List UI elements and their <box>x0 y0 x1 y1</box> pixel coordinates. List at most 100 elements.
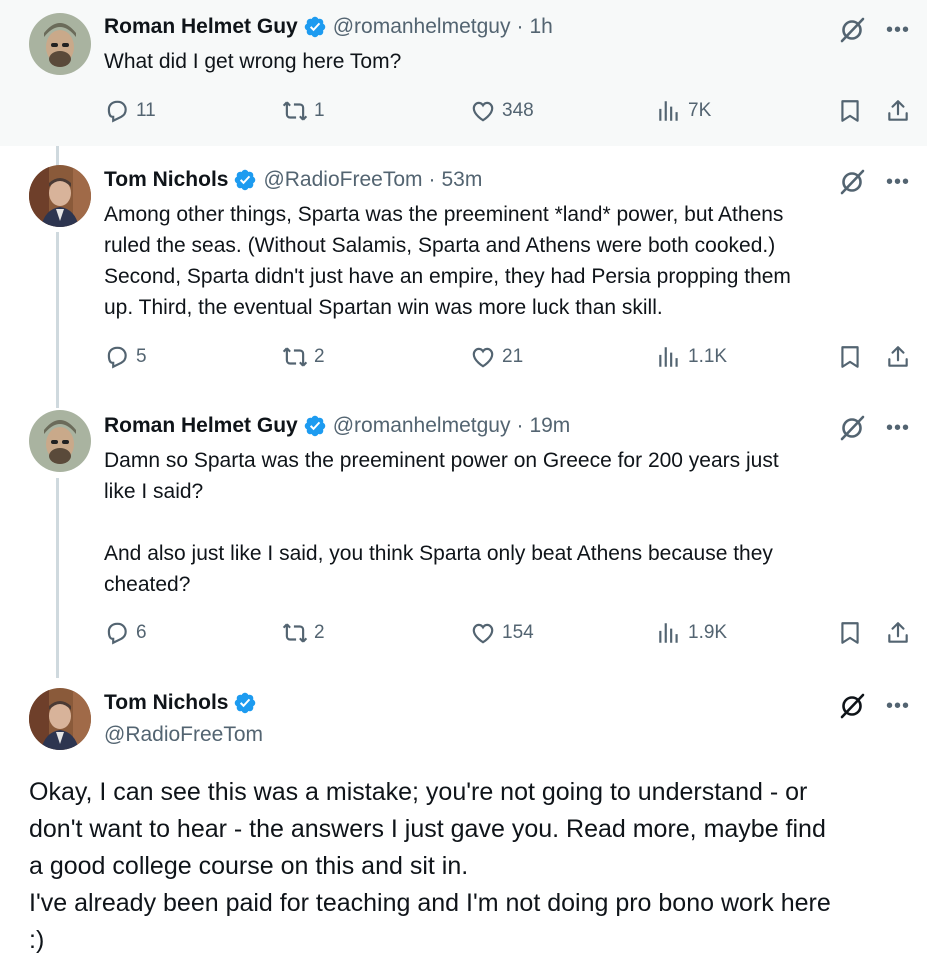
separator-dot: · <box>516 15 524 38</box>
views-count: 7K <box>688 100 712 121</box>
action-bar: 6 2 154 1.9K <box>104 620 914 650</box>
views-count: 1.1K <box>688 346 728 367</box>
like-button[interactable]: 154 <box>470 620 534 646</box>
bookmark-button[interactable] <box>837 620 863 646</box>
verified-badge-icon <box>233 168 257 192</box>
author-name[interactable]: Roman Helmet Guy <box>104 412 298 440</box>
like-button[interactable]: 21 <box>470 344 523 370</box>
more-icon[interactable]: ••• <box>886 172 910 192</box>
like-icon <box>472 101 494 122</box>
bookmark-icon <box>841 622 859 644</box>
like-count: 348 <box>502 100 534 121</box>
timestamp[interactable]: 19m <box>529 412 570 440</box>
grok-icon[interactable] <box>838 692 866 720</box>
share-button[interactable] <box>885 98 911 124</box>
views-icon <box>659 101 678 121</box>
views-button[interactable]: 1.9K <box>656 620 727 646</box>
like-icon <box>472 347 494 368</box>
author-name[interactable]: Tom Nichols <box>104 166 228 194</box>
author-handle[interactable]: @romanhelmetguy <box>333 412 511 440</box>
retweet-button[interactable]: 1 <box>282 98 325 124</box>
more-icon[interactable]: ••• <box>886 696 910 716</box>
bookmark-icon <box>841 346 859 368</box>
retweet-count: 2 <box>314 346 325 367</box>
tweet-top-icons: ••• <box>838 16 910 44</box>
author-name[interactable]: Tom Nichols <box>104 689 228 717</box>
tweet-header: Tom Nichols @RadioFreeTom · 53m <box>104 166 482 194</box>
tweet-top-icons: ••• <box>838 692 910 720</box>
tweet-text: Among other things, Sparta was the preem… <box>104 203 791 319</box>
share-icon <box>888 346 908 367</box>
bookmark-button[interactable] <box>837 98 863 124</box>
reply-button[interactable]: 5 <box>104 344 147 370</box>
like-count: 154 <box>502 622 534 643</box>
bookmark-icon <box>841 100 859 122</box>
main-tweet-text: Okay, I can see this was a mistake; you'… <box>29 778 831 954</box>
more-icon[interactable]: ••• <box>886 20 910 40</box>
share-button[interactable] <box>885 344 911 370</box>
avatar[interactable] <box>29 13 91 75</box>
author-handle[interactable]: @RadioFreeTom <box>104 721 263 749</box>
share-icon <box>888 622 908 643</box>
like-icon <box>472 623 494 644</box>
reply-count: 11 <box>136 100 156 121</box>
timestamp[interactable]: 1h <box>529 13 552 41</box>
reply-icon <box>107 622 127 645</box>
views-icon <box>659 623 678 643</box>
bookmark-button[interactable] <box>837 344 863 370</box>
tweet-top-icons: ••• <box>838 414 910 442</box>
author-handle[interactable]: @RadioFreeTom <box>263 166 422 194</box>
reply-icon <box>107 100 127 123</box>
reply-count: 6 <box>136 622 147 643</box>
grok-icon[interactable] <box>838 414 866 442</box>
retweet-button[interactable]: 2 <box>282 344 325 370</box>
retweet-icon <box>282 101 308 121</box>
views-icon <box>659 347 678 367</box>
separator-dot: · <box>428 168 436 191</box>
main-tweet-header: Tom Nichols <box>104 689 263 717</box>
avatar[interactable] <box>29 688 91 750</box>
retweet-count: 1 <box>314 100 325 121</box>
avatar-roman-helmet-guy-image <box>29 13 91 75</box>
reply-button[interactable]: 6 <box>104 620 147 646</box>
avatar-roman-helmet-guy-image <box>29 410 91 472</box>
retweet-count: 2 <box>314 622 325 643</box>
author-name[interactable]: Roman Helmet Guy <box>104 13 298 41</box>
tweet-top-icons: ••• <box>838 168 910 196</box>
share-icon <box>888 100 908 121</box>
tweet-2[interactable]: Tom Nichols @RadioFreeTom · 53m ••• Amon… <box>0 146 927 396</box>
reply-count: 5 <box>136 346 147 367</box>
separator-dot: · <box>516 414 524 437</box>
more-icon[interactable]: ••• <box>886 418 910 438</box>
action-bar: 5 2 21 1.1K <box>104 344 914 374</box>
avatar[interactable] <box>29 410 91 472</box>
views-button[interactable]: 1.1K <box>656 344 727 370</box>
like-button[interactable]: 348 <box>470 98 534 124</box>
avatar[interactable] <box>29 165 91 227</box>
like-count: 21 <box>502 346 524 367</box>
verified-badge-icon <box>233 691 257 715</box>
grok-icon[interactable] <box>838 168 866 196</box>
retweet-icon <box>282 347 308 367</box>
tweet-text: What did I get wrong here Tom? <box>104 50 402 73</box>
reply-icon <box>107 346 127 369</box>
tweet-header: Roman Helmet Guy @romanhelmetguy · 19m <box>104 412 570 440</box>
views-button[interactable]: 7K <box>656 98 711 124</box>
timestamp[interactable]: 53m <box>442 166 483 194</box>
retweet-button[interactable]: 2 <box>282 620 325 646</box>
avatar-tom-nichols-image <box>29 688 91 750</box>
avatar-tom-nichols-image <box>29 165 91 227</box>
action-bar: 11 1 348 7K <box>104 98 914 128</box>
grok-icon[interactable] <box>838 16 866 44</box>
author-handle[interactable]: @romanhelmetguy <box>333 13 511 41</box>
tweet-text: Damn so Sparta was the preeminent power … <box>104 449 779 596</box>
tweet-header: Roman Helmet Guy @romanhelmetguy · 1h <box>104 13 553 41</box>
views-count: 1.9K <box>688 622 728 643</box>
reply-button[interactable]: 11 <box>104 98 156 124</box>
retweet-icon <box>282 623 308 643</box>
verified-badge-icon <box>303 15 327 39</box>
share-button[interactable] <box>885 620 911 646</box>
tweet-3[interactable]: Roman Helmet Guy @romanhelmetguy · 19m •… <box>0 396 927 676</box>
tweet-1[interactable]: Roman Helmet Guy @romanhelmetguy · 1h ••… <box>0 0 927 146</box>
verified-badge-icon <box>303 414 327 438</box>
